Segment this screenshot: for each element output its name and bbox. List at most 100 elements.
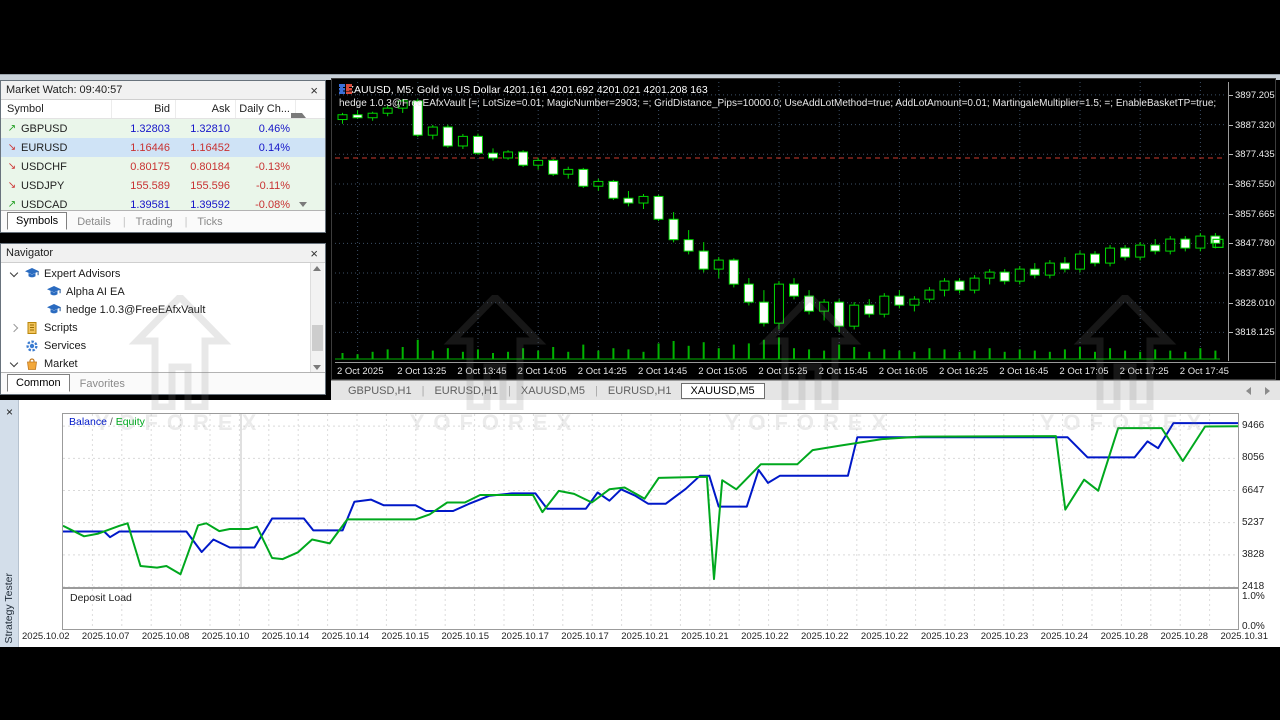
navigator-item-label: Market bbox=[44, 358, 78, 370]
tester-date-label: 2025.10.28 bbox=[1160, 631, 1209, 642]
tester-balance-chart[interactable]: Balance / Equity bbox=[62, 413, 1239, 588]
deposit-load-ytick-label: 1.0% bbox=[1242, 591, 1265, 602]
tester-ytick-label: 5237 bbox=[1242, 516, 1265, 528]
ea-icon bbox=[47, 304, 61, 316]
price-tick bbox=[1229, 303, 1233, 304]
chart-tab-gbpusd-h1-0[interactable]: GBPUSD,H1 bbox=[339, 384, 421, 398]
navigator-item-services[interactable]: Services bbox=[1, 337, 325, 355]
close-icon[interactable]: × bbox=[308, 247, 320, 260]
deposit-load-label: Deposit Load bbox=[70, 592, 132, 604]
market-watch-tab-symbols[interactable]: Symbols bbox=[7, 211, 68, 230]
navigator-item-hedge-1-0-3-freeeafxvault[interactable]: hedge 1.0.3@FreeEAfxVault bbox=[1, 301, 325, 319]
ask-cell: 1.39592 bbox=[190, 198, 230, 211]
column-header-bid[interactable]: Bid bbox=[111, 100, 175, 118]
ask-cell: 155.596 bbox=[190, 179, 230, 192]
scroll-cell[interactable] bbox=[295, 202, 311, 207]
tester-date-label: 2025.10.07 bbox=[81, 631, 130, 642]
chart-tab-eurusd-h1-3[interactable]: EURUSD,H1 bbox=[599, 384, 681, 398]
chevron-down-icon[interactable] bbox=[9, 268, 19, 277]
ask-cell: 1.16452 bbox=[190, 141, 230, 154]
navigator-item-label: Services bbox=[44, 340, 87, 352]
price-tick bbox=[1229, 154, 1233, 155]
trend-down-icon: ↘ bbox=[7, 142, 17, 153]
price-tick bbox=[1229, 332, 1233, 333]
chevron-down-icon[interactable] bbox=[9, 358, 19, 367]
chart-tabbar: GBPUSD,H1 | EURUSD,H1 | XAUUSD,M5 | EURUSD,H1 X… bbox=[331, 380, 1280, 400]
price-axis[interactable]: 3897.205 3887.320 3877.435 3867.550 3857.665… bbox=[1228, 82, 1277, 361]
deposit-load-plot bbox=[63, 589, 1238, 629]
navigator-scrollbar[interactable] bbox=[310, 263, 324, 373]
market-watch-row-usdchf[interactable]: ↘ USDCHF 0.80175 0.80184 -0.13% bbox=[1, 157, 325, 176]
market-watch-row-usdjpy[interactable]: ↘ USDJPY 155.589 155.596 -0.11% bbox=[1, 176, 325, 195]
symbol-cell: ↗ GBPUSD bbox=[7, 122, 68, 135]
navigator-tab-favorites[interactable]: Favorites bbox=[72, 376, 133, 392]
time-axis-label: 2 Oct 13:25 bbox=[397, 366, 447, 377]
navigator-item-label: Scripts bbox=[44, 322, 78, 334]
time-axis-label: 2 Oct 15:45 bbox=[818, 366, 868, 377]
time-axis-label: 2 Oct 17:25 bbox=[1119, 366, 1169, 377]
chart-tab-xauusd-m5-4[interactable]: XAUUSD,M5 bbox=[680, 382, 765, 399]
navigator-item-alpha-ai-ea[interactable]: Alpha AI EA bbox=[1, 283, 325, 301]
chart-tab-eurusd-h1-1[interactable]: EURUSD,H1 bbox=[425, 384, 507, 398]
scroll-left-icon[interactable] bbox=[1246, 386, 1251, 395]
trend-down-icon: ↘ bbox=[7, 180, 17, 191]
trend-down-icon: ↘ bbox=[7, 161, 17, 172]
navigator-item-scripts[interactable]: Scripts bbox=[1, 319, 325, 337]
strategy-tester-sidebar[interactable]: × Strategy Tester bbox=[0, 400, 19, 647]
chart-tab-xauusd-m5-2[interactable]: XAUUSD,M5 bbox=[512, 384, 594, 398]
navigator-title: Navigator bbox=[6, 247, 54, 259]
tester-date-label: 2025.10.14 bbox=[261, 631, 310, 642]
legend-separator: / bbox=[106, 416, 116, 428]
strategy-tester-panel: × Strategy Tester Balance / Equity 9466 8… bbox=[0, 400, 1280, 647]
chevron-right-icon[interactable] bbox=[9, 323, 19, 333]
market-watch-tab-ticks[interactable]: Ticks bbox=[189, 214, 230, 230]
bid-cell: 155.589 bbox=[130, 179, 170, 192]
market-watch-tab-trading[interactable]: Trading bbox=[128, 214, 181, 230]
tester-date-label: 2025.10.02 bbox=[22, 631, 70, 642]
column-header-symbol[interactable]: Symbol bbox=[1, 100, 111, 118]
ask-cell: 1.32810 bbox=[190, 122, 230, 135]
navigator-tab-common[interactable]: Common bbox=[7, 373, 70, 392]
market-icon bbox=[25, 358, 39, 370]
ea-icon bbox=[25, 268, 39, 280]
close-icon[interactable]: × bbox=[308, 84, 320, 97]
ask-cell: 0.80184 bbox=[190, 160, 230, 173]
scroll-up-icon[interactable] bbox=[313, 266, 321, 271]
deposit-load-chart[interactable]: Deposit Load bbox=[62, 588, 1239, 630]
market-watch-row-eurusd[interactable]: ↘ EURUSD 1.16446 1.16452 0.14% bbox=[1, 138, 325, 157]
bid-cell: 1.32803 bbox=[130, 122, 170, 135]
price-axis-label: 3897.205 bbox=[1235, 89, 1275, 101]
tester-date-label: 2025.10.24 bbox=[1040, 631, 1089, 642]
scrollbar-thumb[interactable] bbox=[312, 325, 323, 351]
tester-ytick-label: 3828 bbox=[1242, 548, 1265, 560]
price-chart[interactable]: XAUUSD, M5: Gold vs US Dollar 4201.161 4… bbox=[335, 82, 1224, 361]
time-axis-label: 2 Oct 2025 bbox=[337, 366, 384, 377]
ea-parameters-line: hedge 1.0.3@FreeEAfxVault [=; LotSize=0.… bbox=[339, 98, 1219, 109]
close-icon[interactable]: × bbox=[4, 406, 15, 419]
scroll-down-icon[interactable] bbox=[313, 365, 321, 370]
navigator-item-label: hedge 1.0.3@FreeEAfxVault bbox=[66, 304, 206, 316]
scroll-right-icon[interactable] bbox=[1265, 386, 1270, 395]
price-axis-label: 3887.320 bbox=[1235, 119, 1275, 131]
scroll-up-cell[interactable] bbox=[291, 100, 311, 118]
tester-date-label: 2025.10.23 bbox=[980, 631, 1029, 642]
bid-cell: 1.39581 bbox=[130, 198, 170, 211]
market-watch-tab-details[interactable]: Details bbox=[69, 214, 119, 230]
tester-date-label: 2025.10.17 bbox=[561, 631, 609, 642]
market-watch-row-gbpusd[interactable]: ↗ GBPUSD 1.32803 1.32810 0.46% bbox=[1, 119, 325, 138]
price-axis-label: 3877.435 bbox=[1235, 149, 1275, 161]
column-header-dailych[interactable]: Daily Ch... bbox=[235, 100, 295, 118]
tabbar-arrows bbox=[1246, 386, 1270, 395]
time-axis-label: 2 Oct 16:05 bbox=[878, 366, 928, 377]
column-header-ask[interactable]: Ask bbox=[175, 100, 235, 118]
tester-legend: Balance / Equity bbox=[69, 416, 145, 428]
navigator-item-market[interactable]: Market bbox=[1, 355, 325, 373]
navigator-item-expert-advisors[interactable]: Expert Advisors bbox=[1, 265, 325, 283]
script-icon bbox=[25, 322, 39, 334]
time-axis-label: 2 Oct 14:25 bbox=[577, 366, 627, 377]
time-axis[interactable]: 2 Oct 2025 2 Oct 13:25 2 Oct 13:45 2 Oct 14… bbox=[335, 362, 1276, 379]
time-axis-label: 2 Oct 17:05 bbox=[1059, 366, 1109, 377]
chart-title: XAUUSD, M5: Gold vs US Dollar 4201.161 4… bbox=[347, 84, 708, 96]
market-watch-tabstrip: Symbols Details | Trading | Ticks bbox=[1, 210, 325, 232]
tester-date-label: 2025.10.22 bbox=[741, 631, 789, 642]
